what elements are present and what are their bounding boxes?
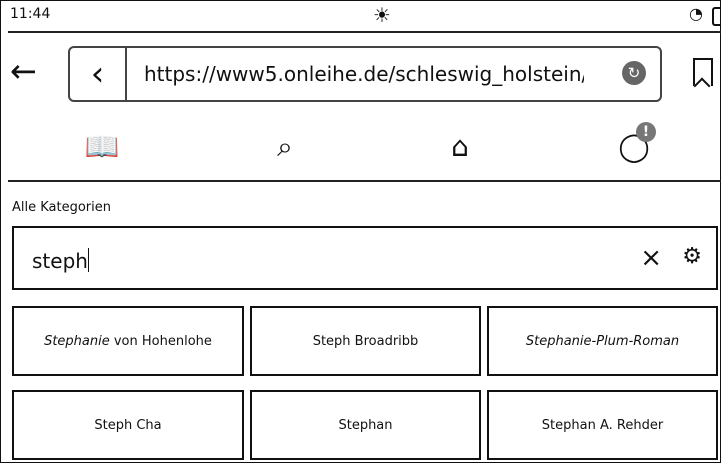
tag-icon[interactable]: ⌂ [440,130,480,166]
suggestion-chip[interactable]: Stephan [250,390,481,460]
url-bar[interactable]: ‹ https://www5.onleihe.de/schleswig_hols… [68,46,662,102]
filter-icon[interactable]: ⚙ [682,244,702,269]
user-icon[interactable]: ◯! [614,122,656,166]
url-text[interactable]: https://www5.onleihe.de/schleswig_holste… [144,62,584,86]
suggestion-chip[interactable]: Stephanie-Plum-Roman [487,306,718,376]
status-time: 11:44 [10,6,51,22]
bookmark-icon[interactable] [693,58,713,86]
search-icon[interactable]: ⌕ [265,130,305,166]
suggestion-chip[interactable]: Steph Cha [12,390,244,460]
clear-icon[interactable]: × [640,243,662,273]
brightness-icon[interactable]: ☀ [373,3,391,27]
search-input[interactable]: steph × ⚙ [12,226,718,290]
wifi-icon: ◔ [689,4,703,23]
battery-icon [712,7,721,26]
book-open-icon[interactable]: 📖 [82,130,122,166]
suggestion-text: Steph Cha [94,417,162,433]
suggestion-text: Steph Broadribb [312,333,419,349]
search-value[interactable]: steph [32,248,89,273]
status-bar: 11:44 ☀ ◔ [8,0,721,33]
suggestion-chip[interactable]: Steph Broadribb [250,306,481,376]
category-label[interactable]: Alle Kategorien [12,200,111,215]
reload-icon[interactable]: ↻ [622,61,646,85]
suggestion-chip[interactable]: Stephanie von Hohenlohe [12,306,244,376]
suggestion-text: Stephan A. Rehder [541,417,664,433]
suggestion-rest: von Hohenlohe [109,333,212,349]
suggestion-highlight: Stephanie [44,333,110,349]
chevron-left-icon: ‹ [90,54,105,94]
suggestion-highlight: Stephanie-Plum-Roman [525,333,680,349]
suggestion-text: Stephan [338,417,393,433]
browser-back-button[interactable]: ‹ [70,48,127,100]
back-arrow-icon[interactable]: ← [10,55,37,87]
suggestion-chip[interactable]: Stephan A. Rehder [487,390,718,460]
text-caret [87,248,89,272]
notification-badge: ! [636,122,656,142]
main-nav: 📖 ⌕ ⌂ ◯! [8,114,721,182]
